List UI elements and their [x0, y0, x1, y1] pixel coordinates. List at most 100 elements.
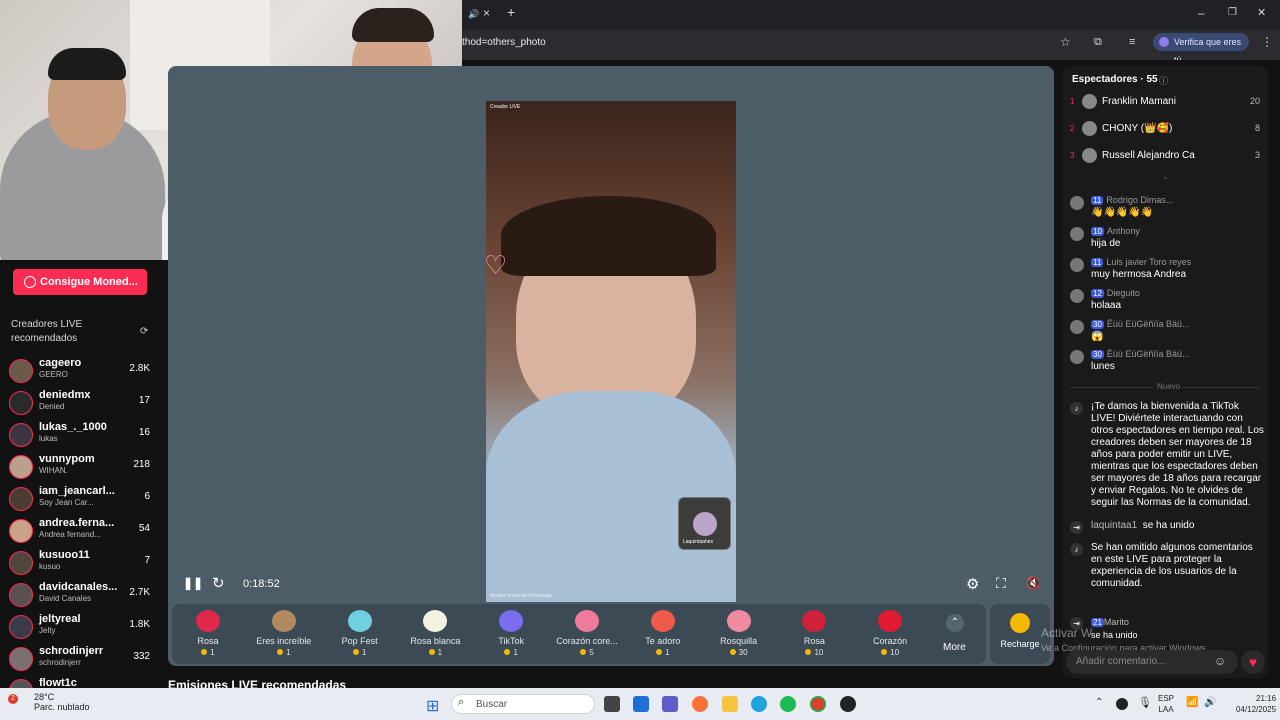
guest-pip-window[interactable]: Laquintaahes	[678, 497, 731, 550]
creator-viewer-count: 7	[144, 555, 150, 566]
gift-name: Rosquilla	[720, 636, 758, 646]
microphone-icon[interactable]: 🎙	[1138, 696, 1152, 709]
viewer-name: CHONY (👑🥰)	[1102, 123, 1173, 134]
creator-avatar	[9, 391, 33, 415]
viewer-row[interactable]: 1 Franklin Mamani 20	[1070, 93, 1266, 113]
url-field[interactable]: thod=others_photo	[462, 37, 546, 48]
tray-app-icon[interactable]	[1116, 698, 1128, 710]
gift-item[interactable]: Eres increíble 1	[249, 606, 319, 657]
welcome-text: ¡Te damos la bienvenida a TikTok LIVE! D…	[1091, 401, 1264, 508]
weather-widget[interactable]: 28°C Parc. nublado	[18, 692, 90, 712]
last-user[interactable]: Marito	[1104, 617, 1129, 627]
creator-item[interactable]: cageero GEERO 2.8K	[9, 355, 154, 387]
outlook-icon[interactable]	[633, 696, 649, 712]
emoji-icon[interactable]: ☺	[1214, 654, 1226, 668]
refresh-creators-icon[interactable]: ⟳	[140, 326, 148, 337]
viewer-row[interactable]: 3 Russell Alejandro Ca 3	[1070, 147, 1266, 167]
viewer-name: Russell Alejandro Ca	[1102, 150, 1195, 161]
viewer-rank: 2	[1070, 124, 1075, 133]
creator-subtitle: Soy Jean Car...	[39, 498, 94, 507]
gift-name: Rosa	[197, 636, 219, 646]
window-maximize-button[interactable]: ❐	[1228, 6, 1237, 20]
wifi-icon[interactable]: 📶	[1186, 697, 1198, 708]
omitted-text: Se han omitido algunos comentarios en es…	[1091, 542, 1253, 589]
video-label: Creador LIVE	[490, 104, 521, 110]
teams-icon[interactable]	[662, 696, 678, 712]
gift-price: 1	[400, 648, 470, 657]
gift-name: Rosa blanca	[410, 636, 461, 646]
pause-button[interactable]: ❚❚	[183, 576, 203, 590]
tray-chevron-icon[interactable]: ⌃	[1095, 697, 1103, 708]
info-icon[interactable]: ⓘ	[1159, 74, 1168, 87]
new-tab-button[interactable]: +	[507, 5, 515, 19]
commenter-level: 11	[1091, 258, 1104, 267]
gift-name: Corazón core...	[556, 636, 618, 646]
gift-item[interactable]: Rosa 1	[173, 606, 243, 657]
gift-item[interactable]: Rosa blanca 1	[400, 606, 470, 657]
like-heart-button[interactable]: ♥	[1241, 650, 1265, 674]
task-view-icon[interactable]	[604, 696, 620, 712]
comment-input[interactable]: Añadir comentario...	[1066, 650, 1238, 674]
mute-icon[interactable]: 🔇	[1026, 576, 1041, 590]
commenter-level: 12	[1091, 289, 1104, 298]
creator-viewer-count: 218	[133, 459, 150, 470]
gift-name: Eres increíble	[256, 636, 312, 646]
gift-name: TikTok	[498, 636, 525, 646]
gift-item[interactable]: TikTok 1	[476, 606, 546, 657]
media-control-icon[interactable]: ≡	[1129, 35, 1135, 49]
language-indicator[interactable]: ESP LAA	[1158, 693, 1174, 715]
gift-item[interactable]: Corazón 10	[855, 606, 925, 657]
gift-price: 1	[173, 648, 243, 657]
creator-item[interactable]: schrodinjerr schrodinjerr 332	[9, 643, 154, 675]
window-minimize-button[interactable]: –	[1198, 6, 1205, 20]
creator-item[interactable]: deniedmx Denied 17	[9, 387, 154, 419]
window-close-button[interactable]: ✕	[1257, 6, 1266, 20]
file-explorer-icon[interactable]	[722, 696, 738, 712]
tab-audio-icon[interactable]: 🔊	[468, 7, 479, 21]
extensions-icon[interactable]: ⧉	[1094, 35, 1102, 49]
firefox-icon[interactable]	[692, 696, 708, 712]
gift-price: 10	[855, 648, 925, 657]
get-coins-button[interactable]: Consigue Moned...	[13, 269, 147, 295]
creator-item[interactable]: kusuoo11 kusuo 7	[9, 547, 154, 579]
viewer-row[interactable]: 2 CHONY (👑🥰) 8	[1070, 120, 1266, 140]
volume-icon[interactable]: 🔊	[1204, 697, 1216, 708]
edge-icon[interactable]	[751, 696, 767, 712]
gift-name: Corazón	[873, 636, 908, 646]
last-user-level: 21	[1091, 618, 1104, 627]
creator-item[interactable]: jeltyreal Jelty 1.8K	[9, 611, 154, 643]
gift-item[interactable]: Te adoro 1	[628, 606, 698, 657]
gift-item[interactable]: Rosa 10	[779, 606, 849, 657]
creator-item[interactable]: davidcanales... David Canales 2.7K	[9, 579, 154, 611]
tab-close-button[interactable]: ×	[483, 6, 490, 20]
windows-start-icon[interactable]: ⊞	[426, 696, 439, 716]
refresh-icon[interactable]: ↻	[212, 574, 225, 592]
clock[interactable]: 21:16 04/12/2025	[1236, 693, 1276, 715]
gift-price: 5	[552, 648, 622, 657]
commenter-name: Luis javier Toro reyes	[1106, 257, 1192, 267]
bookmark-star-icon[interactable]: ☆	[1060, 35, 1071, 49]
gift-item[interactable]: Rosquilla 30	[704, 606, 774, 657]
chrome-icon[interactable]	[810, 696, 826, 712]
app-icon[interactable]	[840, 696, 856, 712]
creator-avatar	[9, 423, 33, 447]
creator-item[interactable]: andrea.ferna... Andrea fernand... 54	[9, 515, 154, 547]
creator-item[interactable]: iam_jeancarl... Soy Jean Car... 6	[9, 483, 154, 515]
taskbar-search[interactable]: Buscar	[451, 694, 595, 714]
expand-chevron-icon[interactable]: ⌄	[1162, 172, 1169, 181]
spotify-icon[interactable]	[780, 696, 796, 712]
creator-name: vunnypom	[39, 453, 95, 465]
creator-item[interactable]: lukas_._1000 lukas 16	[9, 419, 154, 451]
join-message: ⇥ laquintaa1 se ha unido	[1070, 520, 1266, 534]
fullscreen-icon[interactable]: ⛶	[996, 575, 1006, 592]
gift-more-chevron-icon[interactable]: ⌃	[946, 614, 964, 632]
browser-menu-icon[interactable]: ⋮	[1261, 35, 1273, 49]
more-gifts-button[interactable]: More	[943, 642, 966, 653]
verify-profile-button[interactable]: Verifica que eres tú	[1153, 33, 1249, 65]
gift-item[interactable]: Corazón core... 5	[552, 606, 622, 657]
join-user[interactable]: laquintaa1	[1091, 520, 1137, 531]
gift-item[interactable]: Pop Fest 1	[325, 606, 395, 657]
creator-viewer-count: 2.8K	[129, 363, 150, 374]
settings-gear-icon[interactable]: ⚙	[966, 575, 979, 593]
creator-item[interactable]: vunnypom WIHAN. 218	[9, 451, 154, 483]
